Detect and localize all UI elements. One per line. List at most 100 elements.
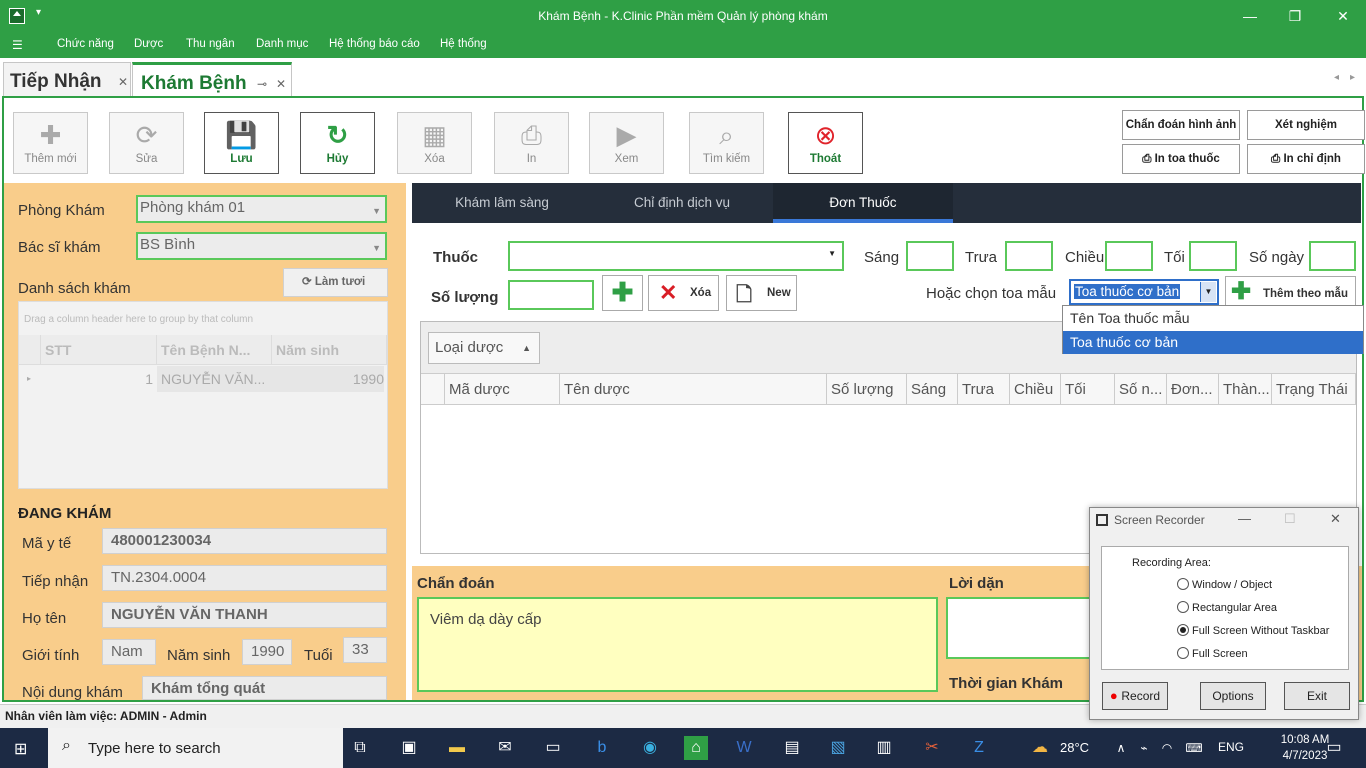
wifi-icon[interactable]: ◠: [1155, 736, 1179, 760]
column-header-so-ngay[interactable]: Số n...: [1115, 374, 1167, 405]
menu-danh-muc[interactable]: Danh mục: [256, 38, 308, 50]
toi-input[interactable]: [1189, 241, 1237, 271]
calendar-app-icon[interactable]: ▤: [780, 736, 804, 760]
column-header-ma-duoc[interactable]: Mã dược: [445, 374, 560, 405]
radio-rectangular-area[interactable]: Rectangular Area: [1177, 601, 1277, 614]
close-tab-icon[interactable]: ✕: [118, 75, 128, 89]
zalo-icon[interactable]: Z: [967, 736, 991, 760]
windows-start-icon[interactable]: ⊞: [14, 739, 27, 759]
menu-he-thong[interactable]: Hệ thống: [440, 38, 487, 50]
minimize-button[interactable]: —: [1238, 511, 1251, 526]
column-header-trang-thai[interactable]: Trạng Thái: [1272, 374, 1356, 405]
chevron-down-icon[interactable]: ▼: [1200, 282, 1216, 302]
dropdown-item-header[interactable]: Tên Toa thuốc mẫu: [1063, 307, 1363, 330]
chevron-down-icon[interactable]: ▼: [828, 249, 836, 258]
tim-kiem-button[interactable]: ⌕ Tìm kiếm: [689, 112, 764, 174]
loi-dan-textarea[interactable]: [946, 597, 1096, 659]
restore-button[interactable]: ❐: [1280, 4, 1310, 28]
chevron-down-icon[interactable]: ▼: [372, 237, 381, 259]
dropdown-item-toa-co-ban[interactable]: Toa thuốc cơ bản: [1063, 331, 1363, 354]
kclinic-app-icon[interactable]: ⌂: [684, 736, 708, 760]
photos-icon[interactable]: ▧: [826, 736, 850, 760]
phong-kham-select[interactable]: Phòng khám 01 ▼: [136, 195, 387, 223]
thoat-button[interactable]: ⊗ Thoát: [788, 112, 863, 174]
tab-kham-benh[interactable]: Khám Bệnh ⊸ ✕: [132, 62, 292, 98]
weather-icon[interactable]: ☁: [1028, 736, 1052, 760]
options-button[interactable]: Options: [1200, 682, 1266, 710]
tuoi-field[interactable]: 33: [343, 637, 387, 663]
file-explorer-icon[interactable]: ▬: [445, 736, 469, 760]
record-button[interactable]: ● Record: [1102, 682, 1168, 710]
huy-button[interactable]: ↻ Hủy: [300, 112, 375, 174]
bac-si-select[interactable]: BS Bình ▼: [136, 232, 387, 260]
tab-chi-dinh-dich-vu[interactable]: Chỉ định dịch vụ: [592, 183, 772, 223]
table-cell-ten[interactable]: NGUYỄN VĂN...: [157, 366, 272, 392]
column-header-sang[interactable]: Sáng: [907, 374, 958, 405]
close-button[interactable]: ✕: [1330, 511, 1341, 527]
xem-button[interactable]: ▶ Xem: [589, 112, 664, 174]
weather-temp[interactable]: 28°C: [1060, 740, 1089, 755]
table-cell-nam-sinh[interactable]: 1990: [272, 366, 384, 392]
film-icon[interactable]: ▥: [872, 736, 896, 760]
menu-he-thong-bao-cao[interactable]: Hệ thống báo cáo: [329, 38, 420, 50]
chan-doan-textarea[interactable]: Viêm dạ dày cấp: [417, 597, 938, 692]
tab-kham-lam-sang[interactable]: Khám lâm sàng: [412, 183, 592, 223]
desktop-icon[interactable]: ▭: [541, 736, 565, 760]
store-icon[interactable]: ▣: [397, 736, 421, 760]
tool-app-icon[interactable]: ✂: [920, 736, 944, 760]
chieu-input[interactable]: [1105, 241, 1153, 271]
menu-thu-ngan[interactable]: Thu ngân: [186, 38, 235, 50]
noi-dung-field[interactable]: Khám tổng quát: [142, 676, 387, 700]
column-header-ten-duoc[interactable]: Tên dược: [560, 374, 827, 405]
pin-tab-icon[interactable]: ⊸: [257, 77, 267, 91]
column-header-ten[interactable]: Tên Bệnh N...: [157, 335, 272, 365]
radio-full-screen-without-taskbar[interactable]: Full Screen Without Taskbar: [1177, 624, 1329, 637]
new-button[interactable]: 🗋 New: [726, 275, 797, 311]
xet-nghiem-button[interactable]: Xét nghiệm: [1247, 110, 1365, 140]
trua-input[interactable]: [1005, 241, 1053, 271]
in-button[interactable]: ⎙ In: [494, 112, 569, 174]
nam-sinh-field[interactable]: 1990: [242, 639, 292, 665]
scroll-left-icon[interactable]: ◂: [1334, 72, 1339, 83]
ma-y-te-field[interactable]: 480001230034: [102, 528, 387, 554]
keyboard-icon[interactable]: ⌨: [1182, 736, 1206, 760]
toa-mau-combo[interactable]: Toa thuốc cơ bản ▼: [1069, 279, 1219, 305]
language-indicator[interactable]: ENG: [1218, 740, 1244, 754]
edge-icon[interactable]: ◉: [638, 736, 662, 760]
chevron-up-icon[interactable]: ∧: [1109, 736, 1133, 760]
radio-window-object[interactable]: Window / Object: [1177, 578, 1272, 591]
column-header-stt[interactable]: STT: [41, 335, 157, 365]
lam-tuoi-button[interactable]: ⟳ Làm tươi: [283, 268, 388, 297]
tab-tiep-nhan[interactable]: Tiếp Nhận ✕: [3, 62, 131, 98]
thuoc-select[interactable]: ▼: [508, 241, 844, 271]
word-icon[interactable]: W: [732, 736, 756, 760]
close-window-button[interactable]: ✕: [1328, 4, 1358, 28]
loai-duoc-group-button[interactable]: Loại dược ▲: [428, 332, 540, 364]
radio-full-screen[interactable]: Full Screen: [1177, 647, 1248, 660]
minimize-button[interactable]: —: [1235, 4, 1265, 28]
maximize-button[interactable]: ☐: [1284, 511, 1296, 527]
add-drug-button[interactable]: ✚: [602, 275, 643, 311]
network-icon[interactable]: ⌁: [1132, 736, 1156, 760]
bing-icon[interactable]: b: [590, 736, 614, 760]
column-header-toi[interactable]: Tối: [1061, 374, 1115, 405]
table-cell-stt[interactable]: 1: [41, 366, 153, 392]
menu-list-icon[interactable]: ☰: [12, 38, 23, 52]
chevron-down-icon[interactable]: ▼: [372, 200, 381, 222]
in-chi-dinh-button[interactable]: ⎙ In chỉ định: [1247, 144, 1365, 174]
sang-input[interactable]: [906, 241, 954, 271]
ho-ten-field[interactable]: NGUYỄN VĂN THANH: [102, 602, 387, 628]
task-view-icon[interactable]: ⧉: [348, 736, 372, 760]
tab-don-thuoc[interactable]: Đơn Thuốc: [773, 183, 953, 223]
column-header-chieu[interactable]: Chiều: [1010, 374, 1061, 405]
column-header-trua[interactable]: Trưa: [958, 374, 1010, 405]
column-header-so-luong[interactable]: Số lượng: [827, 374, 907, 405]
mail-icon[interactable]: ✉: [493, 736, 517, 760]
luu-button[interactable]: 💾 Lưu: [204, 112, 279, 174]
gioi-tinh-field[interactable]: Nam: [102, 639, 156, 665]
menu-duoc[interactable]: Dược: [134, 38, 163, 50]
tiep-nhan-field[interactable]: TN.2304.0004: [102, 565, 387, 591]
chan-doan-hinh-anh-button[interactable]: Chẩn đoán hình ảnh: [1122, 110, 1240, 140]
taskbar-search[interactable]: ⌕ Type here to search: [48, 728, 343, 768]
menu-chuc-nang[interactable]: Chức năng: [57, 38, 114, 50]
